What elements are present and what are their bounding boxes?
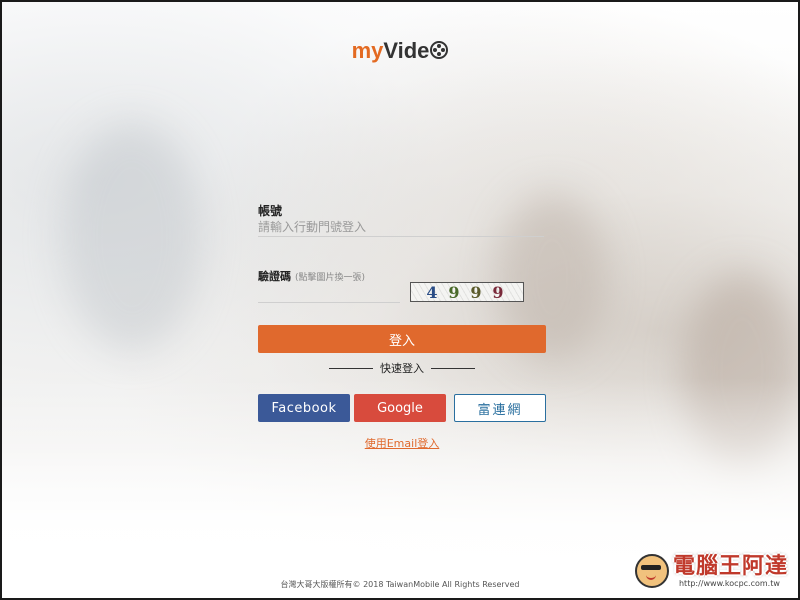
account-input[interactable] — [258, 218, 544, 237]
login-button[interactable]: 登入 — [258, 325, 546, 353]
captcha-digit: 4 — [426, 282, 442, 302]
quick-login-label: 快速登入 — [380, 362, 424, 375]
account-label: 帳號 — [258, 204, 283, 218]
captcha-digit: 9 — [448, 282, 464, 302]
twm-login-button[interactable]: 富連網 — [454, 394, 546, 422]
captcha-label-text: 驗證碼 — [258, 270, 291, 283]
captcha-digit: 9 — [470, 282, 486, 302]
watermark-text: 電腦王阿達 http://www.kocpc.com.tw — [672, 553, 788, 588]
google-login-button[interactable]: Google — [354, 394, 446, 422]
watermark-url: http://www.kocpc.com.tw — [678, 578, 780, 588]
divider-line-left — [329, 367, 373, 369]
captcha-label: 驗證碼 (點擊圖片換一張) — [258, 268, 365, 284]
captcha-hint: (點擊圖片換一張) — [295, 273, 366, 283]
mascot-face-icon — [634, 554, 669, 588]
quick-login-divider: 快速登入 — [258, 360, 546, 376]
watermark: 電腦王阿達 http://www.kocpc.com.tw — [634, 553, 788, 588]
facebook-login-button[interactable]: Facebook — [258, 394, 350, 422]
captcha-input[interactable] — [258, 284, 400, 303]
myvideo-logo: myVide — [2, 38, 798, 64]
logo-text-video: Vide — [383, 38, 430, 63]
background-photo-scenery — [62, 122, 202, 352]
film-reel-icon — [430, 41, 449, 59]
watermark-title: 電腦王阿達 — [672, 553, 788, 579]
divider-line-right — [431, 367, 475, 369]
email-login-link[interactable]: 使用Email登入 — [258, 435, 546, 451]
logo-text-my: my — [351, 38, 384, 63]
captcha-digit: 9 — [492, 282, 508, 302]
login-page: myVide 帳號 驗證碼 (點擊圖片換一張) 4 9 9 9 登入 快速登入 F… — [0, 0, 800, 600]
captcha-image[interactable]: 4 9 9 9 — [410, 282, 524, 302]
